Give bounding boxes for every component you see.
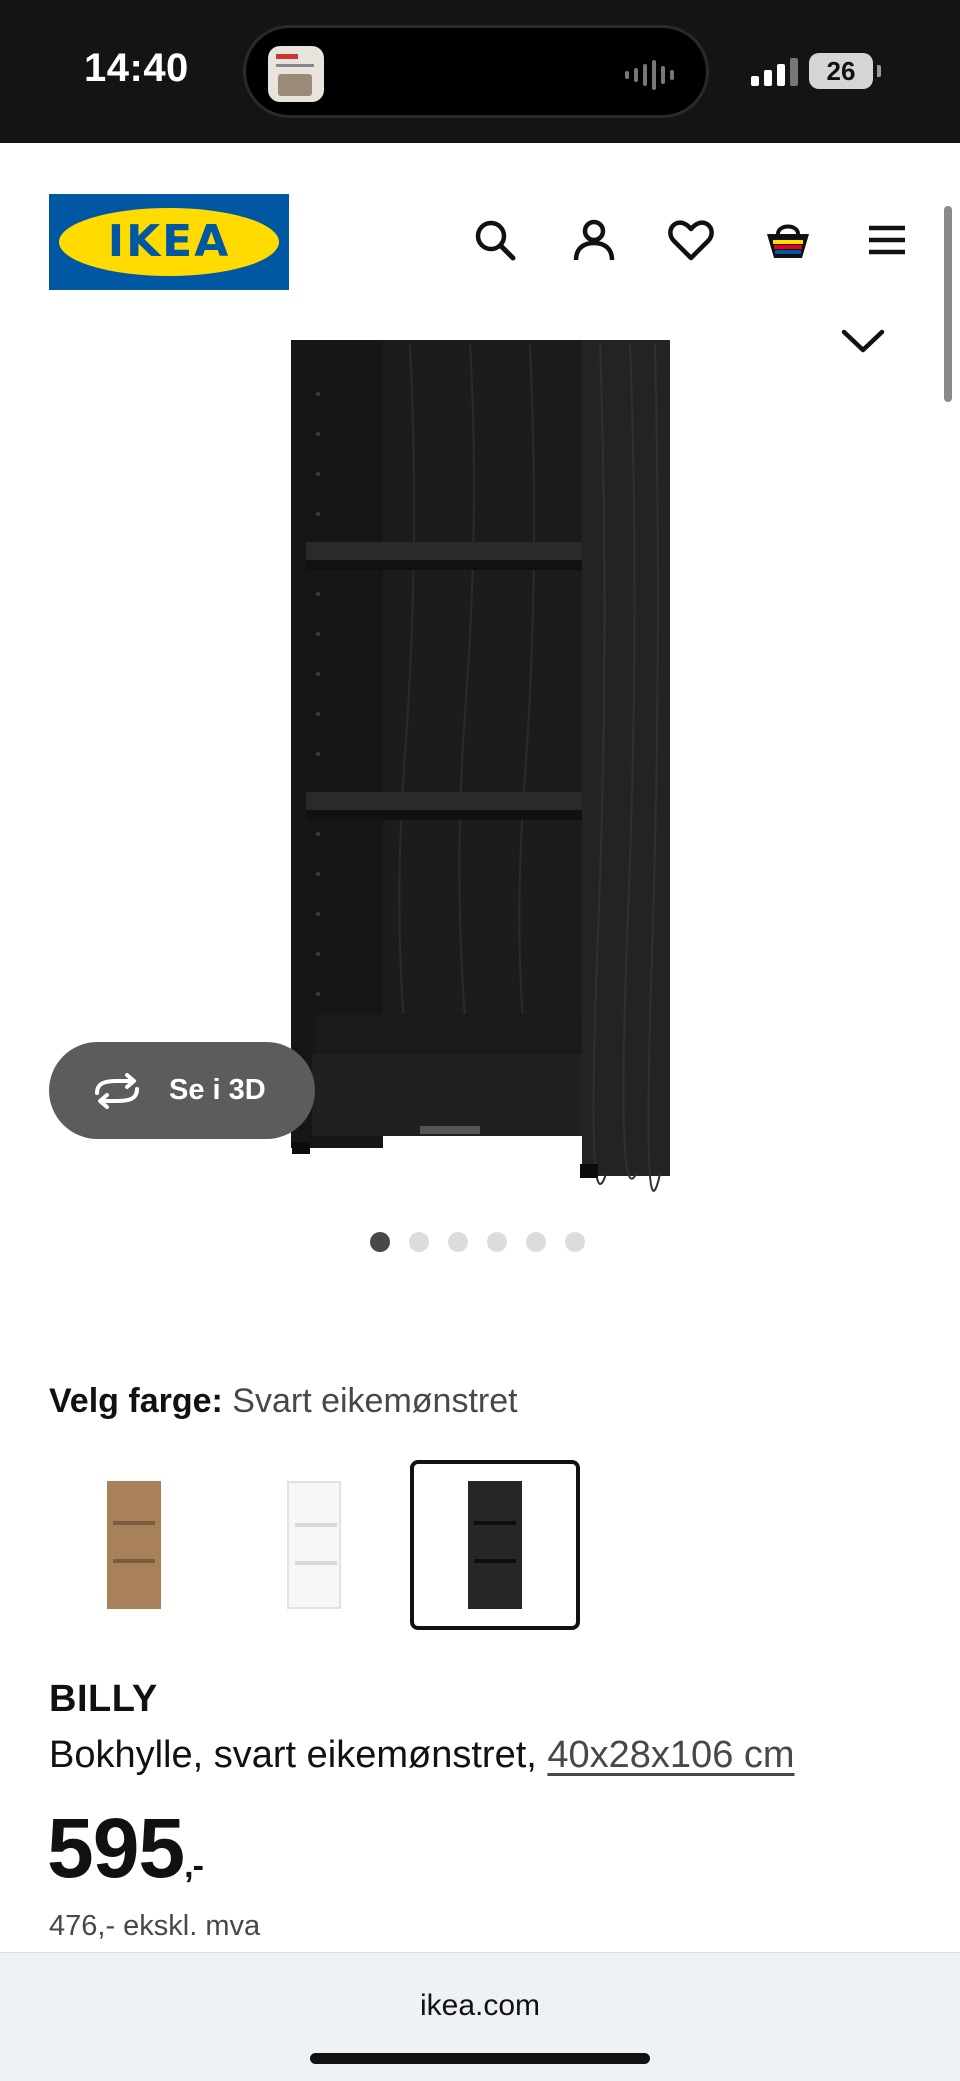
battery-level: 26 (826, 56, 856, 86)
view-3d-label: Se i 3D (169, 1074, 266, 1106)
pagination-dot[interactable] (565, 1232, 585, 1252)
battery-icon: 26 (809, 53, 881, 89)
product-price: 595,- (47, 1800, 204, 1897)
oak-bookcase-thumbnail (107, 1481, 161, 1609)
pagination-dot[interactable] (487, 1232, 507, 1252)
basket-icon[interactable] (760, 212, 816, 268)
product-description-text: Bokhylle, svart eikemønstret, (49, 1734, 537, 1776)
url-field[interactable]: ikea.com (0, 1989, 960, 2023)
status-bar: 14:40 26 (0, 0, 960, 143)
island-thumbnail (268, 46, 324, 102)
product-size-link[interactable]: 40x28x106 cm (547, 1734, 794, 1776)
view-3d-button[interactable]: Se i 3D (49, 1042, 315, 1139)
menu-icon[interactable] (859, 212, 915, 268)
browser-address-bar: ikea.com (0, 1952, 960, 2081)
color-swatch-white[interactable] (229, 1460, 399, 1630)
dynamic-island[interactable] (243, 25, 709, 118)
audio-wave-icon (625, 58, 674, 92)
white-bookcase-thumbnail (287, 1481, 341, 1609)
status-time: 14:40 (84, 46, 189, 90)
black-bookcase-thumbnail (468, 1481, 522, 1609)
price-value: 595 (47, 1801, 185, 1895)
price-excl-vat: 476,- ekskl. mva (49, 1910, 261, 1942)
pagination-dot[interactable] (448, 1232, 468, 1252)
logo-text: IKEA (107, 216, 231, 267)
heart-icon[interactable] (663, 212, 719, 268)
color-swatch-oak[interactable] (49, 1460, 219, 1630)
chevron-down-icon[interactable] (838, 322, 888, 362)
home-indicator[interactable] (310, 2053, 650, 2064)
color-value: Svart eikemønstret (232, 1382, 518, 1420)
pagination-dot[interactable] (526, 1232, 546, 1252)
ikea-logo[interactable]: IKEA (49, 194, 289, 290)
price-suffix: ,- (184, 1847, 204, 1885)
signal-icon (751, 56, 798, 86)
search-icon[interactable] (467, 212, 523, 268)
account-icon[interactable] (566, 212, 622, 268)
color-swatch-black-oak[interactable] (410, 1460, 580, 1630)
color-label: Velg farge: (49, 1382, 223, 1420)
product-description: Bokhylle, svart eikemønstret, 40x28x106 … (49, 1734, 795, 1777)
image-pagination (370, 1232, 585, 1252)
product-name: BILLY (49, 1678, 158, 1720)
rotate-3d-icon (95, 1072, 139, 1109)
pagination-dot[interactable] (370, 1232, 390, 1252)
color-selection-heading: Velg farge: Svart eikemønstret (49, 1382, 518, 1421)
pagination-dot[interactable] (409, 1232, 429, 1252)
